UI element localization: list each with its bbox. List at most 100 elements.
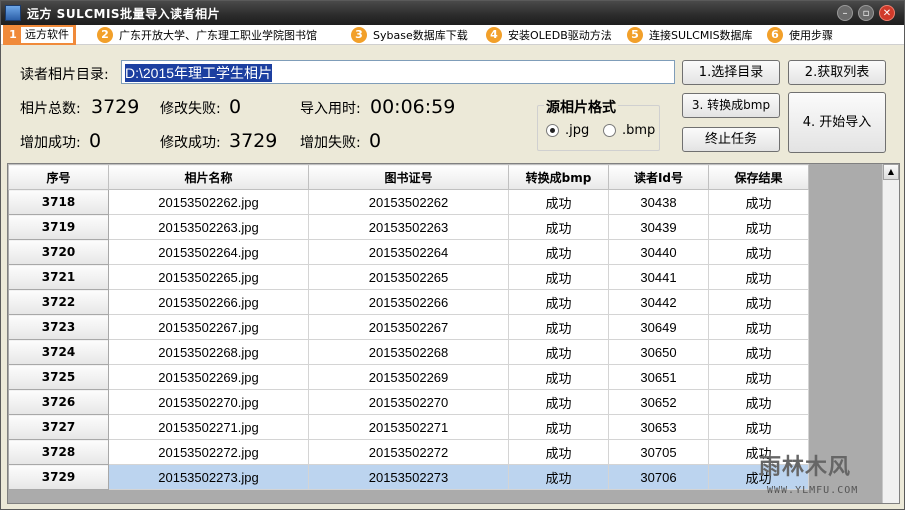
link-item-2[interactable]: 2 广东开放大学、广东理工职业学院图书馆 [97, 25, 317, 45]
row-index-cell[interactable]: 3727 [8, 414, 109, 440]
table-row[interactable]: 3725 20153502269.jpg 20153502269 成功 30651 成功 [8, 364, 809, 390]
save-result-cell[interactable]: 成功 [708, 364, 809, 390]
maximize-button[interactable]: ▫ [858, 5, 874, 21]
card-number-cell[interactable]: 20153502264 [308, 239, 509, 265]
bmp-radio[interactable]: .bmp [603, 123, 655, 138]
table-row[interactable]: 3723 20153502267.jpg 20153502267 成功 30649 成功 [8, 314, 809, 340]
photo-name-cell[interactable]: 20153502265.jpg [108, 264, 309, 290]
get-list-button[interactable]: 2.获取列表 [788, 60, 886, 85]
card-number-cell[interactable]: 20153502265 [308, 264, 509, 290]
stop-task-button[interactable]: 终止任务 [682, 127, 780, 152]
card-number-cell[interactable]: 20153502262 [308, 189, 509, 215]
table-row[interactable]: 3727 20153502271.jpg 20153502271 成功 30653 成功 [8, 414, 809, 440]
jpg-radio[interactable]: .jpg [546, 123, 589, 138]
card-number-cell[interactable]: 20153502273 [308, 464, 509, 490]
photo-name-cell[interactable]: 20153502266.jpg [108, 289, 309, 315]
convert-bmp-button[interactable]: 3. 转换成bmp [682, 93, 780, 118]
minimize-button[interactable]: – [837, 5, 853, 21]
table-row[interactable]: 3729 20153502273.jpg 20153502273 成功 30706 成功 [8, 464, 809, 490]
reader-id-cell[interactable]: 30705 [608, 439, 709, 465]
row-index-cell[interactable]: 3722 [8, 289, 109, 315]
bmp-convert-status-cell[interactable]: 成功 [508, 189, 609, 215]
table-row[interactable]: 3721 20153502265.jpg 20153502265 成功 30441 成功 [8, 264, 809, 290]
col-header-save-result[interactable]: 保存结果 [708, 164, 809, 190]
save-result-cell[interactable]: 成功 [708, 239, 809, 265]
row-index-cell[interactable]: 3721 [8, 264, 109, 290]
table-row[interactable]: 3726 20153502270.jpg 20153502270 成功 30652 成功 [8, 389, 809, 415]
title-bar[interactable]: 远方 SULCMIS批量导入读者相片 – ▫ ✕ [1, 1, 904, 25]
select-dir-button[interactable]: 1.选择目录 [682, 60, 780, 85]
bmp-convert-status-cell[interactable]: 成功 [508, 389, 609, 415]
photo-name-cell[interactable]: 20153502267.jpg [108, 314, 309, 340]
close-button[interactable]: ✕ [879, 5, 895, 21]
bmp-convert-status-cell[interactable]: 成功 [508, 214, 609, 240]
link-item-1[interactable]: 1 远方软件 [3, 25, 76, 45]
photo-name-cell[interactable]: 20153502270.jpg [108, 389, 309, 415]
bmp-convert-status-cell[interactable]: 成功 [508, 439, 609, 465]
bmp-convert-status-cell[interactable]: 成功 [508, 464, 609, 490]
save-result-cell[interactable]: 成功 [708, 389, 809, 415]
reader-id-cell[interactable]: 30651 [608, 364, 709, 390]
photo-name-cell[interactable]: 20153502264.jpg [108, 239, 309, 265]
bmp-convert-status-cell[interactable]: 成功 [508, 314, 609, 340]
table-row[interactable]: 3724 20153502268.jpg 20153502268 成功 30650 成功 [8, 339, 809, 365]
card-number-cell[interactable]: 20153502270 [308, 389, 509, 415]
col-header-card-number[interactable]: 图书证号 [308, 164, 509, 190]
table-row[interactable]: 3720 20153502264.jpg 20153502264 成功 30440 成功 [8, 239, 809, 265]
save-result-cell[interactable]: 成功 [708, 264, 809, 290]
reader-id-cell[interactable]: 30706 [608, 464, 709, 490]
reader-id-cell[interactable]: 30440 [608, 239, 709, 265]
save-result-cell[interactable]: 成功 [708, 414, 809, 440]
photo-name-cell[interactable]: 20153502272.jpg [108, 439, 309, 465]
bmp-convert-status-cell[interactable]: 成功 [508, 264, 609, 290]
bmp-convert-status-cell[interactable]: 成功 [508, 414, 609, 440]
start-import-button[interactable]: 4. 开始导入 [788, 92, 886, 153]
row-index-cell[interactable]: 3723 [8, 314, 109, 340]
bmp-convert-status-cell[interactable]: 成功 [508, 339, 609, 365]
reader-id-cell[interactable]: 30652 [608, 389, 709, 415]
link-item-4[interactable]: 4 安装OLEDB驱动方法 [486, 25, 612, 45]
row-index-cell[interactable]: 3719 [8, 214, 109, 240]
save-result-cell[interactable]: 成功 [708, 339, 809, 365]
reader-id-cell[interactable]: 30653 [608, 414, 709, 440]
photo-name-cell[interactable]: 20153502269.jpg [108, 364, 309, 390]
col-header-index[interactable]: 序号 [8, 164, 109, 190]
col-header-bmp-convert[interactable]: 转换成bmp [508, 164, 609, 190]
save-result-cell[interactable]: 成功 [708, 289, 809, 315]
link-item-6[interactable]: 6 使用步骤 [767, 25, 833, 45]
card-number-cell[interactable]: 20153502272 [308, 439, 509, 465]
table-row[interactable]: 3719 20153502263.jpg 20153502263 成功 30439 成功 [8, 214, 809, 240]
reader-id-cell[interactable]: 30650 [608, 339, 709, 365]
row-index-cell[interactable]: 3728 [8, 439, 109, 465]
photo-name-cell[interactable]: 20153502273.jpg [108, 464, 309, 490]
save-result-cell[interactable]: 成功 [708, 189, 809, 215]
save-result-cell[interactable]: 成功 [708, 214, 809, 240]
row-index-cell[interactable]: 3725 [8, 364, 109, 390]
reader-id-cell[interactable]: 30649 [608, 314, 709, 340]
row-index-cell[interactable]: 3729 [8, 464, 109, 490]
card-number-cell[interactable]: 20153502263 [308, 214, 509, 240]
table-row[interactable]: 3722 20153502266.jpg 20153502266 成功 30442 成功 [8, 289, 809, 315]
bmp-convert-status-cell[interactable]: 成功 [508, 289, 609, 315]
reader-id-cell[interactable]: 30442 [608, 289, 709, 315]
row-index-cell[interactable]: 3718 [8, 189, 109, 215]
reader-id-cell[interactable]: 30441 [608, 264, 709, 290]
reader-id-cell[interactable]: 30439 [608, 214, 709, 240]
photo-name-cell[interactable]: 20153502263.jpg [108, 214, 309, 240]
col-header-reader-id[interactable]: 读者Id号 [608, 164, 709, 190]
link-item-3[interactable]: 3 Sybase数据库下载 [351, 25, 468, 45]
row-index-cell[interactable]: 3726 [8, 389, 109, 415]
row-index-cell[interactable]: 3724 [8, 339, 109, 365]
card-number-cell[interactable]: 20153502268 [308, 339, 509, 365]
card-number-cell[interactable]: 20153502271 [308, 414, 509, 440]
bmp-convert-status-cell[interactable]: 成功 [508, 239, 609, 265]
reader-id-cell[interactable]: 30438 [608, 189, 709, 215]
col-header-photo-name[interactable]: 相片名称 [108, 164, 309, 190]
row-index-cell[interactable]: 3720 [8, 239, 109, 265]
link-item-5[interactable]: 5 连接SULCMIS数据库 [627, 25, 753, 45]
photo-name-cell[interactable]: 20153502268.jpg [108, 339, 309, 365]
photo-name-cell[interactable]: 20153502262.jpg [108, 189, 309, 215]
table-row[interactable]: 3718 20153502262.jpg 20153502262 成功 30438 成功 [8, 189, 809, 215]
card-number-cell[interactable]: 20153502269 [308, 364, 509, 390]
save-result-cell[interactable]: 成功 [708, 314, 809, 340]
